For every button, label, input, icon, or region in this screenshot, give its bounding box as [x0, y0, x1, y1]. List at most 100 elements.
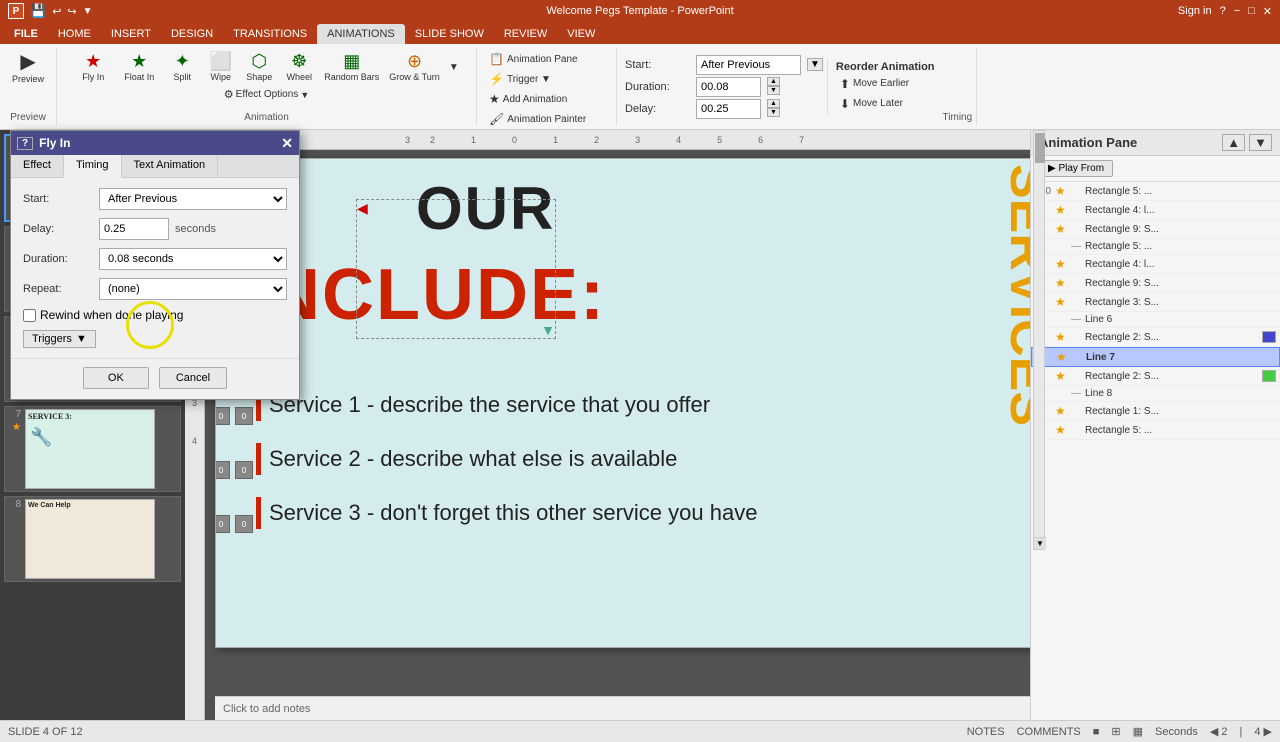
- anim-item-13[interactable]: ★ Rectangle 5: ...: [1031, 421, 1280, 440]
- tab-animations[interactable]: ANIMATIONS: [317, 24, 405, 44]
- anim-random-bars[interactable]: ▦ Random Bars: [320, 50, 383, 84]
- page-nav[interactable]: ◀ 2: [1210, 725, 1228, 738]
- anim-item-4[interactable]: ★ Rectangle 4: l...: [1031, 255, 1280, 274]
- dialog-repeat-select[interactable]: (none) 2 3 Until Next Click Until End of…: [99, 278, 287, 300]
- quick-access-more[interactable]: ▼: [83, 6, 93, 17]
- preview-button[interactable]: ▶ Preview: [8, 50, 48, 86]
- dialog-cancel-button[interactable]: Cancel: [159, 367, 227, 389]
- quick-access-redo[interactable]: ↪: [67, 5, 76, 18]
- anim-grow-turn[interactable]: ⊕ Grow & Turn: [385, 50, 444, 84]
- tab-home[interactable]: HOME: [48, 24, 101, 44]
- anim-wheel[interactable]: ☸ Wheel: [280, 50, 318, 84]
- tab-review[interactable]: REVIEW: [494, 24, 557, 44]
- delay-down[interactable]: ▼: [767, 108, 780, 117]
- tab-slideshow[interactable]: SLIDE SHOW: [405, 24, 494, 44]
- anim-pane-down-arrow[interactable]: ▼: [1249, 134, 1272, 151]
- dialog-repeat-label: Repeat:: [23, 283, 93, 295]
- slide-canvas[interactable]: OUR SERVICES INCLUDE: 0 0 Service 1 - de…: [215, 158, 1030, 648]
- tab-insert[interactable]: INSERT: [101, 24, 161, 44]
- comments-btn[interactable]: COMMENTS: [1017, 726, 1081, 738]
- sign-in-link[interactable]: Sign in: [1178, 5, 1212, 18]
- scrollbar-down[interactable]: ▼: [1034, 537, 1046, 549]
- dialog-triggers-row: Triggers ▼: [23, 330, 287, 348]
- duration-up[interactable]: ▲: [767, 77, 780, 86]
- anim-item-8[interactable]: ★ Rectangle 2: S...: [1031, 328, 1280, 347]
- anim-pane-scrollbar[interactable]: ▼: [1033, 130, 1045, 550]
- reading-view-btn[interactable]: ▦: [1133, 725, 1143, 738]
- dialog-duration-select[interactable]: 0.08 seconds 0.5 seconds 1 second: [99, 248, 287, 270]
- tab-transitions[interactable]: TRANSITIONS: [223, 24, 317, 44]
- effect-options-button[interactable]: ⚙ Effect Options ▼: [220, 86, 313, 103]
- dialog-start-row: Start: After Previous On Click With Prev…: [23, 188, 287, 210]
- anim-wipe[interactable]: ⬜ Wipe: [203, 50, 238, 84]
- anim-item-7[interactable]: — Line 6: [1031, 312, 1280, 328]
- delay-up[interactable]: ▲: [767, 99, 780, 108]
- service-anim-dot-1b: 0: [235, 407, 253, 425]
- maximize-btn[interactable]: □: [1248, 5, 1255, 18]
- dialog-close-icon[interactable]: ✕: [281, 135, 293, 152]
- anim-item-3[interactable]: — Rectangle 5: ...: [1031, 239, 1280, 255]
- anim-fly-in[interactable]: ★ Fly In: [71, 50, 115, 84]
- anim-item-11[interactable]: — Line 8: [1031, 386, 1280, 402]
- scrollbar-thumb[interactable]: [1035, 133, 1045, 163]
- move-later-button[interactable]: ⬇ Move Later: [836, 95, 935, 113]
- dialog-help-icon[interactable]: ?: [17, 137, 33, 150]
- tab-file[interactable]: FILE: [4, 24, 48, 44]
- tab-design[interactable]: DESIGN: [161, 24, 223, 44]
- anim-star-10: ★: [1055, 369, 1067, 383]
- anim-star-9: ★: [1056, 350, 1068, 364]
- play-from-button[interactable]: ▶ Play From: [1039, 160, 1113, 177]
- anim-item-6[interactable]: ★ Rectangle 3: S...: [1031, 293, 1280, 312]
- page-next[interactable]: 4 ▶: [1254, 725, 1272, 738]
- dialog-start-select[interactable]: After Previous On Click With Previous: [99, 188, 287, 210]
- anim-item-5[interactable]: ★ Rectangle 9: S...: [1031, 274, 1280, 293]
- duration-down[interactable]: ▼: [767, 86, 780, 95]
- anim-item-12[interactable]: ★ Rectangle 1: S...: [1031, 402, 1280, 421]
- dialog-rewind-checkbox[interactable]: [23, 309, 36, 322]
- trigger-button[interactable]: ⚡ Trigger ▼: [485, 70, 608, 88]
- timing-start-dropdown[interactable]: ▼: [807, 58, 823, 71]
- triggers-arrow: ▼: [76, 333, 87, 345]
- anim-name-2: Rectangle 9: S...: [1085, 224, 1276, 235]
- dialog-ok-button[interactable]: OK: [83, 367, 149, 389]
- notes-bar[interactable]: Click to add notes: [215, 696, 1030, 720]
- dialog-delay-input[interactable]: [99, 218, 169, 240]
- dialog-tab-timing[interactable]: Timing: [64, 155, 122, 178]
- normal-view-btn[interactable]: ■: [1093, 726, 1100, 738]
- anim-item-1[interactable]: ★ Rectangle 4: l...: [1031, 201, 1280, 220]
- dialog-triggers-button[interactable]: Triggers ▼: [23, 330, 96, 348]
- slide-thumb-8[interactable]: 8 ★ We Can Help: [4, 496, 181, 582]
- anim-split[interactable]: ✦ Split: [163, 50, 201, 84]
- anim-float-in[interactable]: ★ Float In: [117, 50, 161, 84]
- quick-access-undo[interactable]: ↩: [52, 5, 61, 18]
- timing-start-input[interactable]: [696, 55, 801, 75]
- dialog-tab-textanim[interactable]: Text Animation: [122, 155, 219, 177]
- anim-pane-up-arrow[interactable]: ▲: [1222, 134, 1245, 151]
- close-btn[interactable]: ✕: [1263, 5, 1272, 18]
- anim-more[interactable]: ▼: [446, 62, 462, 73]
- quick-access-save[interactable]: 💾: [30, 3, 46, 19]
- anim-item-0[interactable]: 0 ★ Rectangle 5: ...: [1031, 182, 1280, 201]
- add-animation-button[interactable]: ★ Add Animation: [485, 90, 608, 108]
- move-earlier-button[interactable]: ⬆ Move Earlier: [836, 75, 935, 93]
- animation-painter-button[interactable]: 🖌 Animation Painter: [485, 110, 608, 128]
- anim-item-9[interactable]: ★ Line 7: [1031, 347, 1280, 367]
- timing-duration-input[interactable]: [696, 77, 761, 97]
- animation-pane-header: Animation Pane ▲ ▼: [1031, 130, 1280, 156]
- tab-view[interactable]: VIEW: [557, 24, 605, 44]
- animation-pane-button[interactable]: 📋 Animation Pane: [485, 50, 608, 68]
- timing-delay-input[interactable]: [696, 99, 761, 119]
- timing-group-label: Timing: [943, 110, 973, 123]
- anim-shape[interactable]: ⬡ Shape: [240, 50, 278, 84]
- slide-sorter-btn[interactable]: ⊞: [1111, 725, 1120, 738]
- notes-btn[interactable]: NOTES: [967, 726, 1005, 738]
- service-item-1: 0 0 Service 1 - describe the service tha…: [236, 389, 757, 421]
- dialog-tab-effect[interactable]: Effect: [11, 155, 64, 177]
- slide-star-7: ★: [12, 422, 21, 433]
- minimize-btn[interactable]: −: [1234, 5, 1240, 18]
- slide-num-8: 8: [7, 499, 21, 510]
- slide-thumb-7[interactable]: 7 ★ SERVICE 3: 🔧: [4, 406, 181, 492]
- anim-item-10[interactable]: ★ Rectangle 2: S...: [1031, 367, 1280, 386]
- anim-item-2[interactable]: ★ Rectangle 9: S...: [1031, 220, 1280, 239]
- help-btn[interactable]: ?: [1220, 5, 1226, 18]
